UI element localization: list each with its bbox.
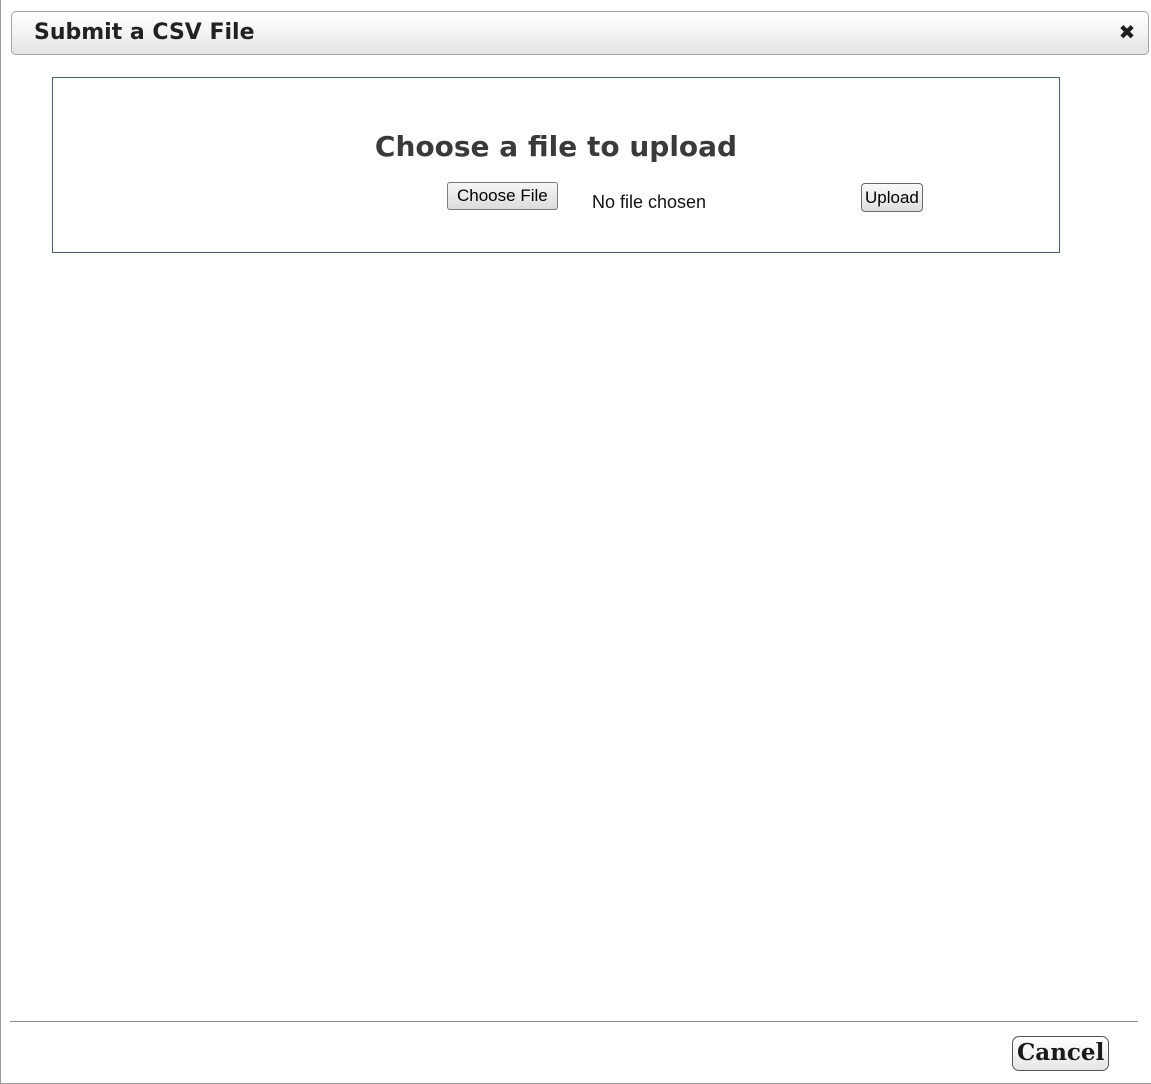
upload-panel: Choose a file to upload Choose File No f… xyxy=(52,77,1060,253)
upload-button[interactable]: Upload xyxy=(861,183,923,212)
dialog-titlebar: Submit a CSV File ✖ xyxy=(11,11,1149,55)
close-icon[interactable]: ✖ xyxy=(1116,20,1138,44)
footer-divider xyxy=(10,1021,1138,1022)
dialog-title: Submit a CSV File xyxy=(34,20,255,45)
file-status-text: No file chosen xyxy=(592,192,707,212)
csv-upload-dialog: Submit a CSV File ✖ Choose a file to upl… xyxy=(0,0,1151,1084)
cancel-button[interactable]: Cancel xyxy=(1012,1036,1110,1071)
upload-heading: Choose a file to upload xyxy=(374,130,738,163)
choose-file-button[interactable]: Choose File xyxy=(447,182,558,210)
